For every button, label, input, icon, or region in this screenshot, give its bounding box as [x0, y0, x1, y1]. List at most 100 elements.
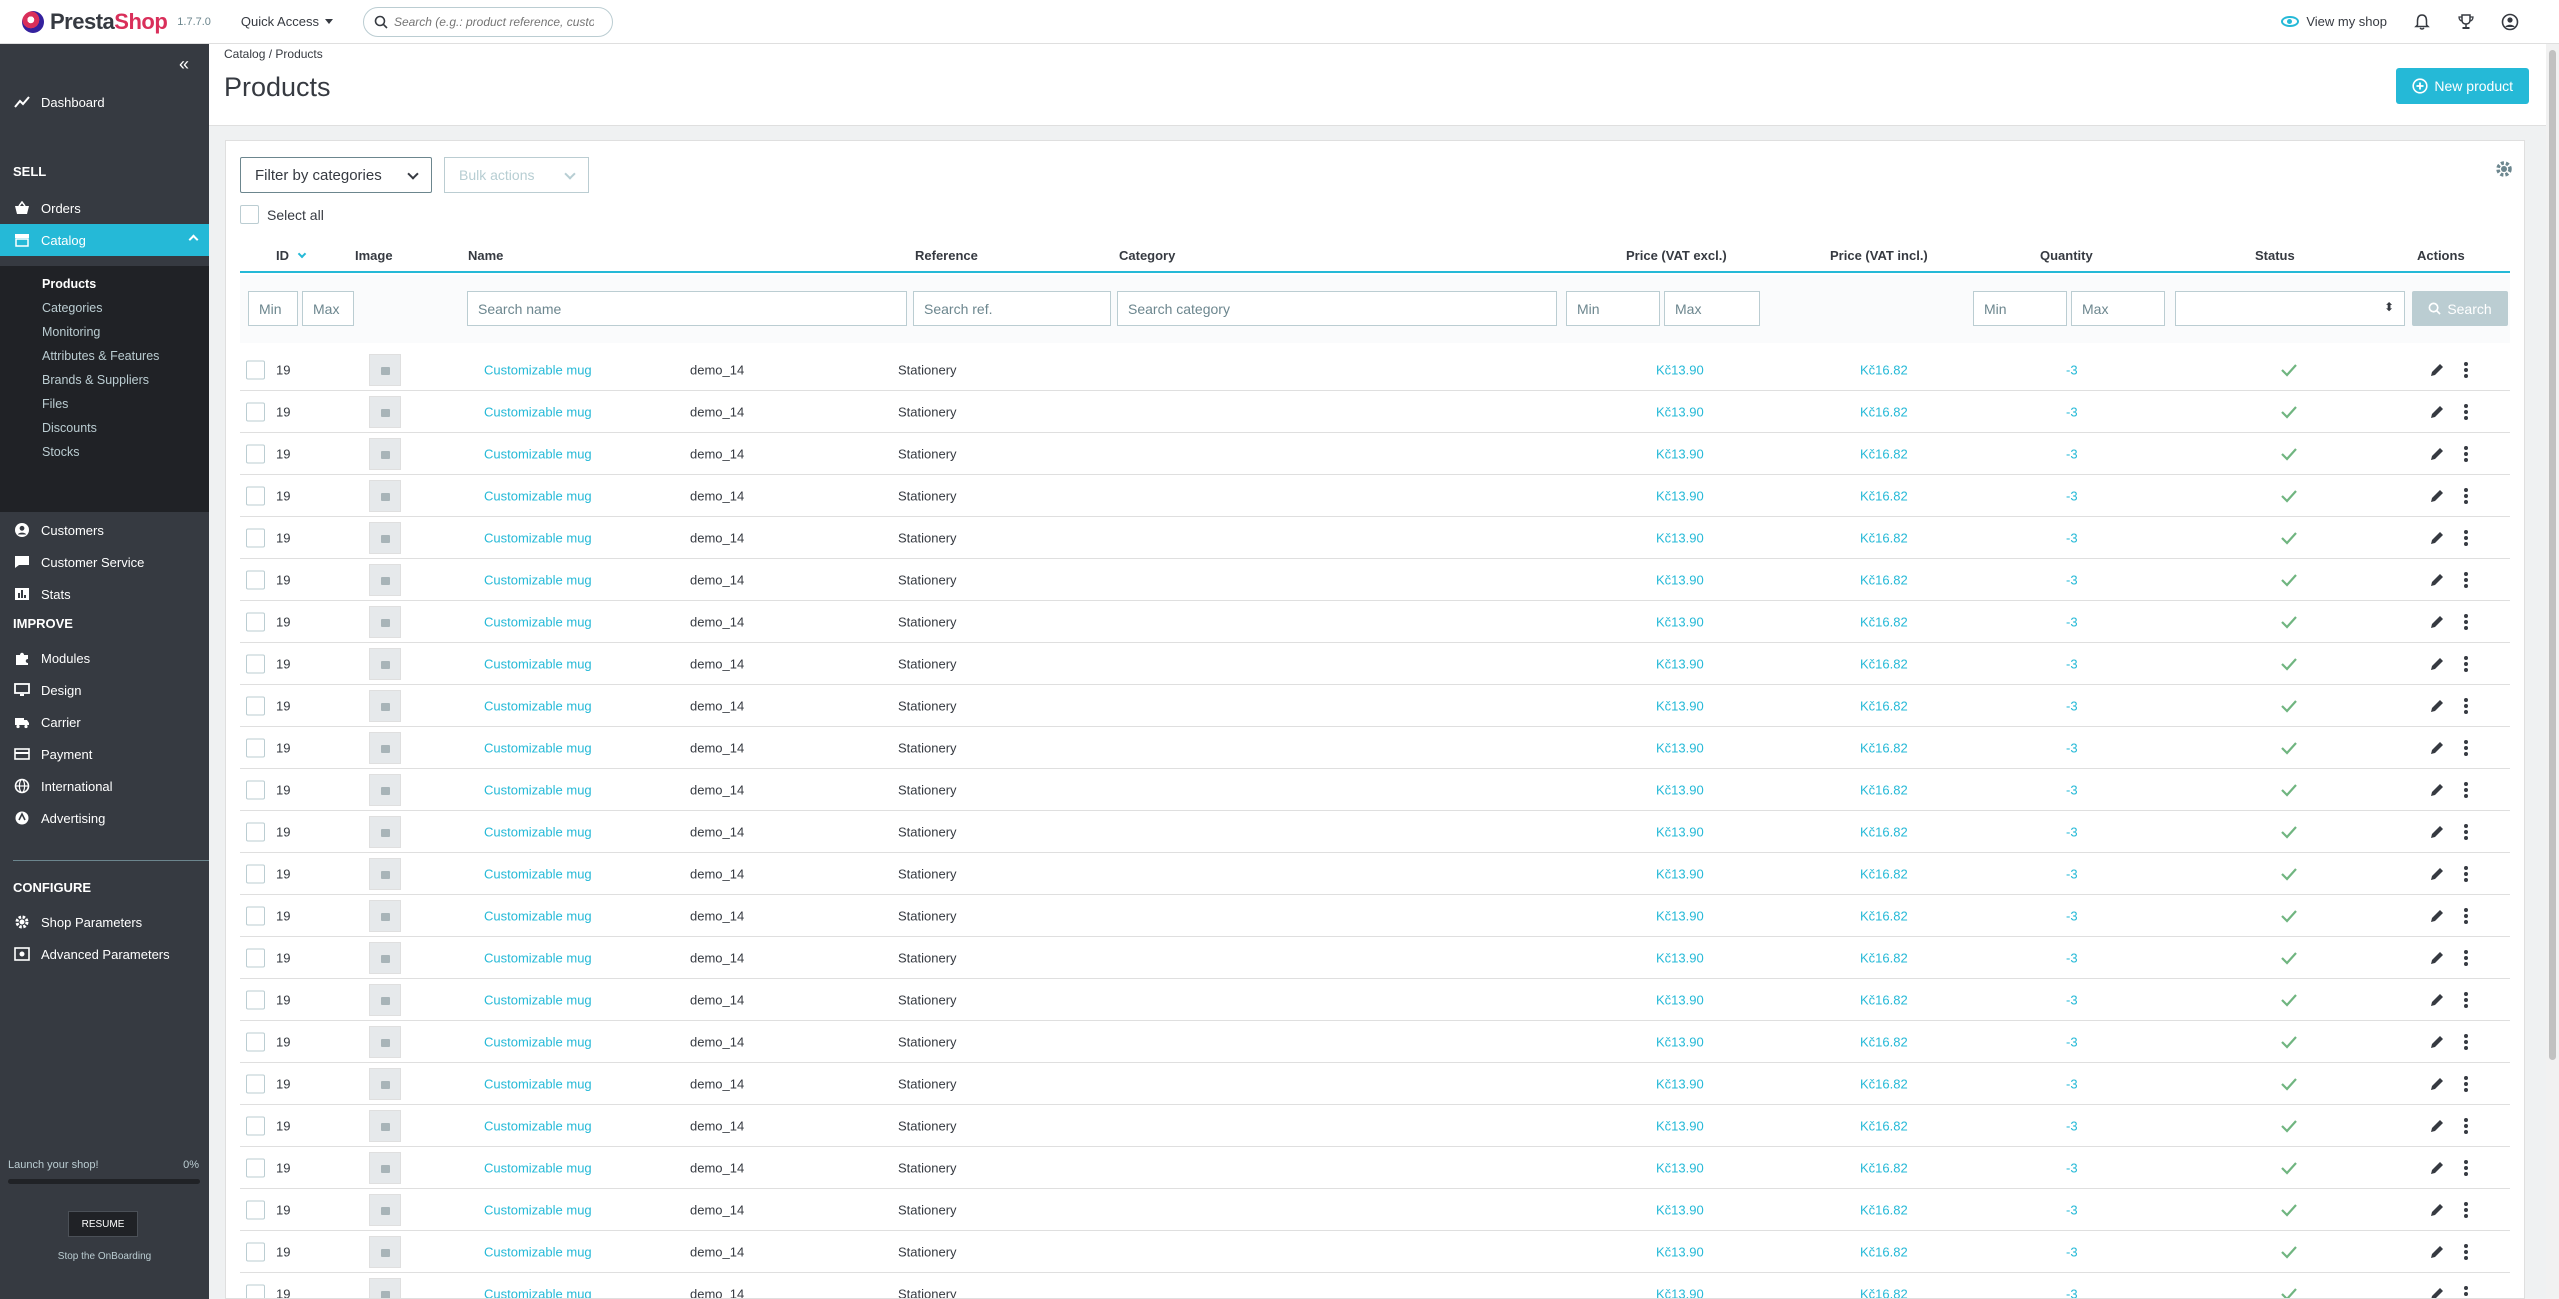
status-enabled-check-icon[interactable]: [2280, 1161, 2298, 1175]
price-excl-link[interactable]: Kč13.90: [1656, 866, 1704, 881]
status-enabled-check-icon[interactable]: [2280, 1077, 2298, 1091]
sidebar-item-dashboard[interactable]: Dashboard: [0, 86, 209, 118]
price-excl-link[interactable]: Kč13.90: [1656, 992, 1704, 1007]
status-enabled-check-icon[interactable]: [2280, 951, 2298, 965]
reference-search-input[interactable]: Search ref.: [913, 291, 1111, 326]
quantity-link[interactable]: -3: [2066, 740, 2078, 755]
product-thumbnail[interactable]: [369, 1235, 401, 1268]
price-excl-link[interactable]: Kč13.90: [1656, 446, 1704, 461]
status-enabled-check-icon[interactable]: [2280, 363, 2298, 377]
row-checkbox[interactable]: [246, 654, 265, 673]
price-incl-link[interactable]: Kč16.82: [1860, 740, 1908, 755]
price-excl-link[interactable]: Kč13.90: [1656, 740, 1704, 755]
product-name-link[interactable]: Customizable mug: [484, 1118, 592, 1133]
product-name-link[interactable]: Customizable mug: [484, 488, 592, 503]
quantity-link[interactable]: -3: [2066, 530, 2078, 545]
status-enabled-check-icon[interactable]: [2280, 1203, 2298, 1217]
product-thumbnail[interactable]: [369, 689, 401, 722]
edit-pencil-icon[interactable]: [2429, 824, 2445, 840]
more-vertical-icon[interactable]: [2463, 613, 2469, 631]
row-checkbox[interactable]: [246, 906, 265, 925]
category-search-input[interactable]: Search category: [1117, 291, 1557, 326]
prestashop-logo[interactable]: PrestaShop 1.7.7.0: [22, 0, 211, 44]
product-name-link[interactable]: Customizable mug: [484, 1286, 592, 1298]
edit-pencil-icon[interactable]: [2429, 614, 2445, 630]
product-name-link[interactable]: Customizable mug: [484, 1202, 592, 1217]
price-incl-link[interactable]: Kč16.82: [1860, 362, 1908, 377]
id-min-input[interactable]: Min: [248, 291, 298, 326]
resume-onboarding-button[interactable]: RESUME: [68, 1211, 138, 1237]
product-thumbnail[interactable]: [369, 941, 401, 974]
row-checkbox[interactable]: [246, 1200, 265, 1219]
edit-pencil-icon[interactable]: [2429, 1118, 2445, 1134]
price-min-input[interactable]: Min: [1566, 291, 1660, 326]
sidebar-item-design[interactable]: Design: [0, 674, 209, 706]
product-name-link[interactable]: Customizable mug: [484, 614, 592, 629]
status-enabled-check-icon[interactable]: [2280, 615, 2298, 629]
page-scrollbar[interactable]: [2546, 44, 2559, 1299]
status-enabled-check-icon[interactable]: [2280, 1119, 2298, 1133]
sidebar-item-customer-service[interactable]: Customer Service: [0, 546, 209, 578]
row-checkbox[interactable]: [246, 1242, 265, 1261]
price-excl-link[interactable]: Kč13.90: [1656, 1202, 1704, 1217]
price-excl-link[interactable]: Kč13.90: [1656, 362, 1704, 377]
price-incl-link[interactable]: Kč16.82: [1860, 488, 1908, 503]
breadcrumb-current[interactable]: Products: [275, 47, 322, 61]
more-vertical-icon[interactable]: [2463, 1117, 2469, 1135]
sidebar-item-advanced-parameters[interactable]: Advanced Parameters: [0, 938, 209, 970]
column-header-quantity[interactable]: Quantity: [2040, 248, 2093, 263]
more-vertical-icon[interactable]: [2463, 1033, 2469, 1051]
quantity-link[interactable]: -3: [2066, 656, 2078, 671]
status-enabled-check-icon[interactable]: [2280, 1287, 2298, 1299]
edit-pencil-icon[interactable]: [2429, 1286, 2445, 1299]
price-incl-link[interactable]: Kč16.82: [1860, 782, 1908, 797]
product-name-link[interactable]: Customizable mug: [484, 362, 592, 377]
edit-pencil-icon[interactable]: [2429, 866, 2445, 882]
column-header-name[interactable]: Name: [468, 248, 503, 263]
column-header-reference[interactable]: Reference: [915, 248, 978, 263]
more-vertical-icon[interactable]: [2463, 949, 2469, 967]
quantity-link[interactable]: -3: [2066, 1160, 2078, 1175]
quantity-link[interactable]: -3: [2066, 1202, 2078, 1217]
more-vertical-icon[interactable]: [2463, 1075, 2469, 1093]
edit-pencil-icon[interactable]: [2429, 908, 2445, 924]
scrollbar-thumb[interactable]: [2549, 50, 2556, 1060]
product-thumbnail[interactable]: [369, 479, 401, 512]
price-incl-link[interactable]: Kč16.82: [1860, 656, 1908, 671]
price-excl-link[interactable]: Kč13.90: [1656, 1244, 1704, 1259]
sidebar-subitem-products[interactable]: Products: [0, 272, 209, 296]
row-checkbox[interactable]: [246, 822, 265, 841]
quantity-link[interactable]: -3: [2066, 1244, 2078, 1259]
product-thumbnail[interactable]: [369, 605, 401, 638]
search-button[interactable]: Search: [2412, 291, 2508, 326]
header-search-input[interactable]: [393, 14, 594, 29]
product-name-link[interactable]: Customizable mug: [484, 866, 592, 881]
stop-onboarding-link[interactable]: Stop the OnBoarding: [0, 1251, 209, 1262]
column-header-id[interactable]: ID: [276, 248, 307, 263]
edit-pencil-icon[interactable]: [2429, 1160, 2445, 1176]
row-checkbox[interactable]: [246, 948, 265, 967]
status-enabled-check-icon[interactable]: [2280, 699, 2298, 713]
price-excl-link[interactable]: Kč13.90: [1656, 1160, 1704, 1175]
price-excl-link[interactable]: Kč13.90: [1656, 1118, 1704, 1133]
product-name-link[interactable]: Customizable mug: [484, 446, 592, 461]
quantity-link[interactable]: -3: [2066, 1118, 2078, 1133]
sidebar-item-carrier[interactable]: Carrier: [0, 706, 209, 738]
sidebar-subitem-discounts[interactable]: Discounts: [0, 416, 209, 440]
row-checkbox[interactable]: [246, 360, 265, 379]
product-thumbnail[interactable]: [369, 731, 401, 764]
product-name-link[interactable]: Customizable mug: [484, 698, 592, 713]
row-checkbox[interactable]: [246, 780, 265, 799]
more-vertical-icon[interactable]: [2463, 361, 2469, 379]
quantity-link[interactable]: -3: [2066, 992, 2078, 1007]
price-incl-link[interactable]: Kč16.82: [1860, 1244, 1908, 1259]
more-vertical-icon[interactable]: [2463, 1201, 2469, 1219]
status-filter-select[interactable]: [2175, 291, 2405, 326]
product-thumbnail[interactable]: [369, 899, 401, 932]
more-vertical-icon[interactable]: [2463, 655, 2469, 673]
edit-pencil-icon[interactable]: [2429, 1202, 2445, 1218]
sort-descending-icon[interactable]: [297, 249, 307, 259]
edit-pencil-icon[interactable]: [2429, 698, 2445, 714]
product-name-link[interactable]: Customizable mug: [484, 908, 592, 923]
user-account-icon[interactable]: [2501, 13, 2519, 31]
